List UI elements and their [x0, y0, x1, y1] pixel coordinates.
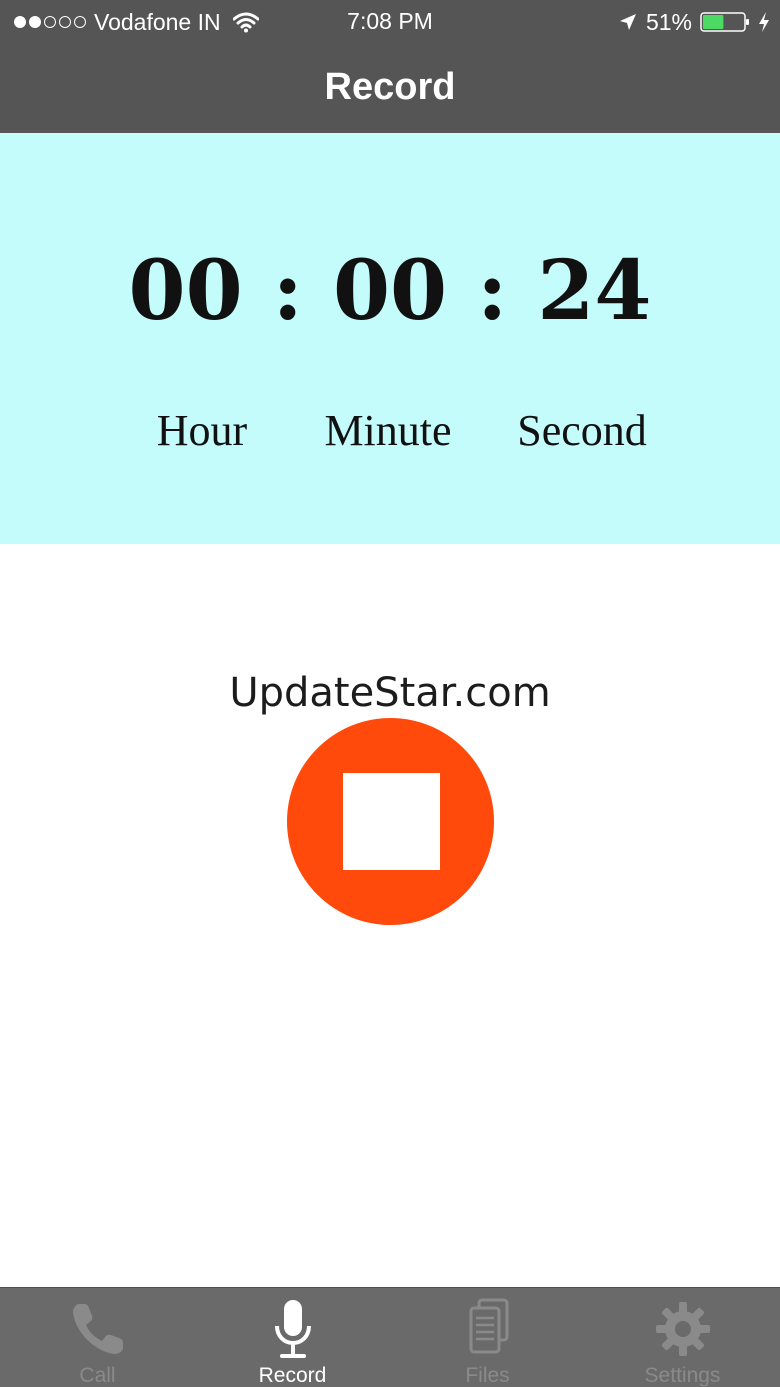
tab-record[interactable]: Record	[195, 1288, 390, 1387]
tab-label: Record	[258, 1364, 327, 1387]
tab-settings[interactable]: Settings	[585, 1288, 780, 1387]
header: Vodafone IN 7:08 PM 51% Record	[0, 0, 780, 133]
minute-label: Minute	[324, 406, 452, 455]
microphone-icon	[274, 1300, 311, 1358]
battery-fill	[703, 15, 724, 29]
watermark-text: UpdateStar.com	[229, 670, 551, 716]
gear-icon	[655, 1302, 710, 1356]
hour-label: Hour	[156, 406, 248, 455]
second-label: Second	[517, 406, 647, 455]
timer-display: 00 : 00 : 24	[0, 243, 780, 339]
timer-panel: 00 : 00 : 24 Hour Minute Second	[0, 133, 780, 544]
location-arrow-icon	[619, 14, 636, 30]
timer-hours: 00	[128, 243, 243, 339]
stop-recording-button[interactable]	[287, 718, 494, 925]
battery-icon	[700, 12, 749, 32]
tab-label: Call	[79, 1364, 116, 1387]
tab-call[interactable]: Call	[0, 1288, 195, 1387]
timer-separator: :	[272, 243, 303, 339]
phone-icon	[72, 1304, 123, 1354]
page-title: Record	[324, 66, 456, 108]
timer-minutes: 00	[332, 243, 448, 339]
timer-separator: :	[477, 243, 508, 339]
status-bar: Vodafone IN 7:08 PM 51%	[0, 0, 780, 44]
tab-bar: Call Record Files Settings	[0, 1287, 780, 1387]
stop-icon	[343, 773, 440, 870]
status-right: 51%	[618, 8, 770, 36]
tab-label: Settings	[644, 1364, 721, 1387]
battery-percent: 51%	[645, 8, 692, 35]
tab-label: Files	[465, 1364, 510, 1387]
tab-files[interactable]: Files	[390, 1288, 585, 1387]
files-icon	[469, 1298, 508, 1354]
timer-seconds: 24	[537, 243, 652, 339]
charging-bolt-icon	[759, 12, 769, 32]
